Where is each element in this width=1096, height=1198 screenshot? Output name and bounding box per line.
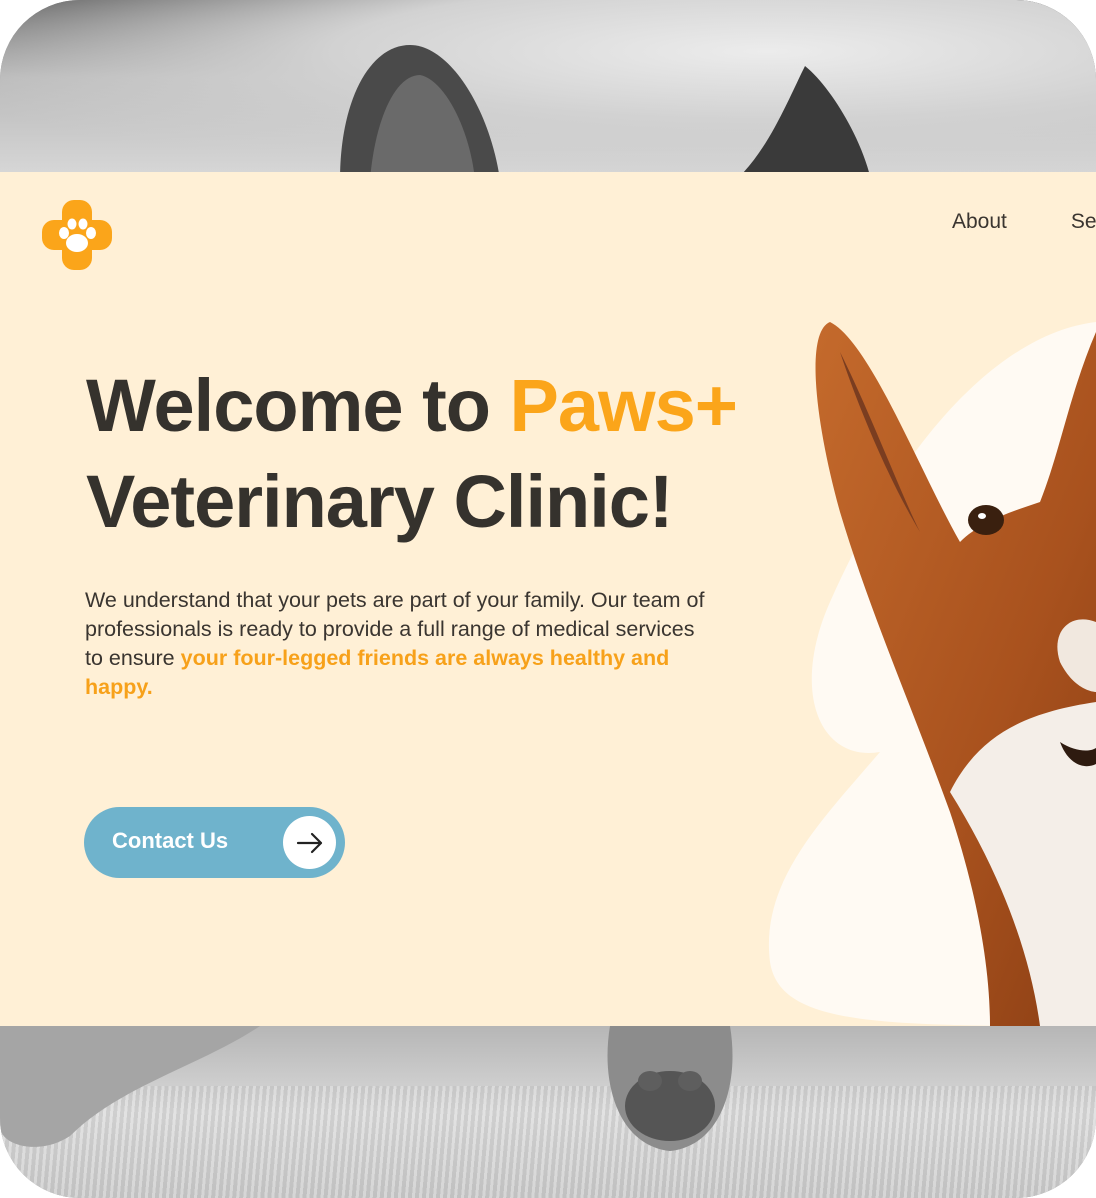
- contact-us-button[interactable]: Contact Us: [84, 807, 345, 878]
- dog-leg-photo: [0, 1026, 260, 1147]
- background-photo-top: [0, 0, 1096, 172]
- hero-title: Welcome to Paws+ Veterinary Clinic!: [86, 358, 738, 550]
- hero-title-part1: Welcome to: [86, 364, 510, 447]
- app-frame: About Se Welcome to Paws+ Veterinary Clin…: [0, 0, 1096, 1198]
- main-nav: About Se: [952, 210, 1096, 234]
- nav-link-about[interactable]: About: [952, 210, 1007, 234]
- dog-paw-photo: [607, 1026, 733, 1151]
- dog-photo: [815, 322, 1096, 1026]
- background-photo-bottom: [0, 1026, 1096, 1198]
- nav-link-services[interactable]: Se: [1071, 210, 1096, 234]
- contact-us-label: Contact Us: [112, 828, 229, 853]
- arrow-right-icon: [283, 816, 336, 869]
- hero-title-line2: Veterinary Clinic!: [86, 460, 674, 543]
- dog-ear-photo-right: [743, 66, 869, 172]
- hero-section: About Se Welcome to Paws+ Veterinary Clin…: [0, 172, 1096, 1026]
- hero-title-accent: Paws+: [509, 364, 738, 447]
- hero-description: We understand that your pets are part of…: [85, 586, 705, 702]
- dog-ear-photo-left: [340, 45, 499, 172]
- paw-cross-icon[interactable]: [42, 200, 112, 270]
